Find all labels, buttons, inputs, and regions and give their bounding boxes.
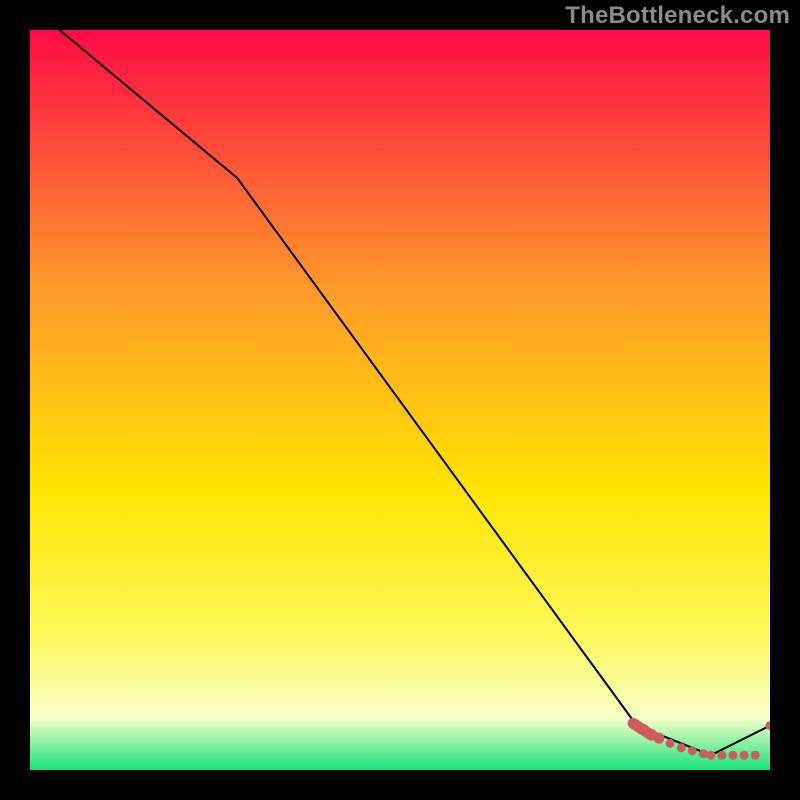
- data-dot: [706, 751, 715, 760]
- data-dot: [677, 743, 686, 752]
- data-dot: [729, 751, 738, 760]
- data-dot: [740, 751, 749, 760]
- data-dot: [654, 733, 665, 744]
- data-dot: [699, 749, 708, 758]
- data-dot: [666, 739, 675, 748]
- data-dot: [751, 751, 760, 760]
- plot-area: [30, 30, 770, 770]
- chart-svg: [30, 30, 770, 770]
- watermark-text: TheBottleneck.com: [565, 2, 790, 30]
- data-dot: [717, 751, 726, 760]
- chart-frame: TheBottleneck.com: [0, 0, 800, 800]
- data-dot: [688, 746, 697, 755]
